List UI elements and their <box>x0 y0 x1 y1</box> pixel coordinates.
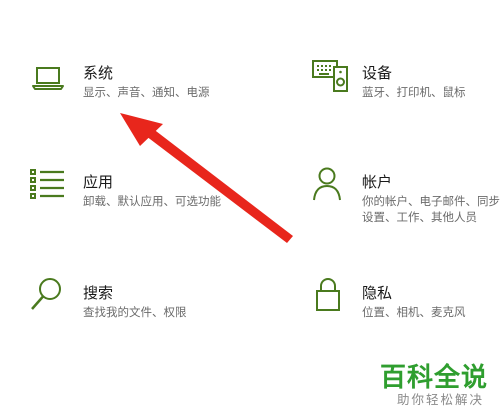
person-icon <box>313 167 341 201</box>
keyboard-speaker-icon <box>312 60 348 92</box>
settings-tile-privacy[interactable]: 隐私 位置、相机、麦克风 <box>312 276 500 336</box>
tile-title: 设备 <box>362 64 393 82</box>
laptop-icon <box>32 67 64 90</box>
tile-description: 蓝牙、打印机、鼠标 <box>362 85 466 99</box>
settings-tile-search[interactable]: 搜索 查找我的文件、权限 <box>30 276 250 336</box>
tile-description: 你的帐户、电子邮件、同步设置、工作、其他人员 <box>362 194 500 224</box>
settings-tile-apps[interactable]: 应用 卸载、默认应用、可选功能 <box>30 168 250 228</box>
magnifier-icon <box>31 278 61 310</box>
tile-description: 查找我的文件、权限 <box>83 305 187 319</box>
watermark: 百科全说 助你轻松解决 <box>376 357 488 407</box>
tile-title: 隐私 <box>362 284 393 302</box>
settings-tile-system[interactable]: 系统 显示、声音、通知、电源 <box>30 60 250 120</box>
lock-icon <box>316 278 340 311</box>
tile-description: 卸载、默认应用、可选功能 <box>83 194 221 208</box>
tile-description: 显示、声音、通知、电源 <box>83 85 210 99</box>
tile-title: 帐户 <box>362 173 393 191</box>
tile-title: 应用 <box>83 173 114 191</box>
tile-title: 搜索 <box>83 284 114 302</box>
settings-tile-accounts[interactable]: 帐户 你的帐户、电子邮件、同步设置、工作、其他人员 <box>312 166 500 236</box>
tile-title: 系统 <box>83 64 114 82</box>
settings-tile-devices[interactable]: 设备 蓝牙、打印机、鼠标 <box>312 58 500 118</box>
watermark-subtitle: 助你轻松解决 <box>396 392 484 407</box>
apps-list-icon <box>30 169 64 199</box>
tile-description: 位置、相机、麦克风 <box>362 305 466 319</box>
